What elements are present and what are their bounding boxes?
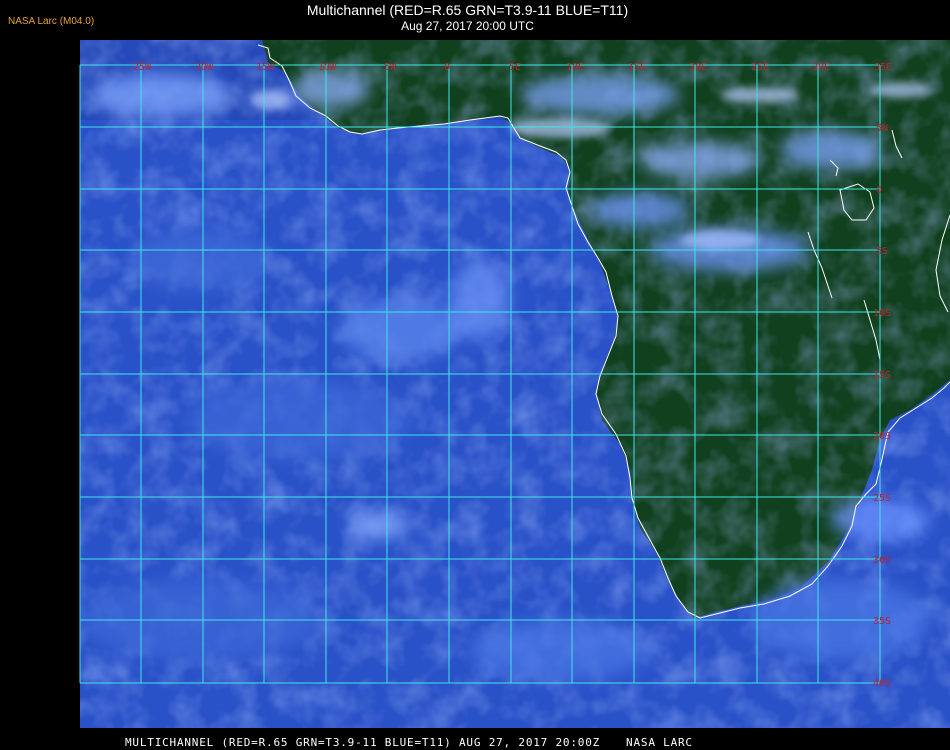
lon-label: 20E — [689, 62, 707, 73]
lat-label: 25S — [873, 493, 891, 504]
lon-label: 25W — [133, 62, 152, 73]
lon-label: 10E — [566, 62, 584, 73]
satellite-imagery — [80, 40, 950, 728]
lat-label: 20S — [873, 431, 891, 442]
lat-label: 35S — [873, 616, 891, 627]
lon-label: 5W — [384, 62, 397, 73]
lon-label: 0 — [444, 62, 450, 73]
lat-label: 10S — [873, 308, 891, 319]
lat-label: 30S — [873, 555, 891, 566]
lat-label: 0 — [876, 185, 882, 196]
lat-label: 5S — [876, 246, 888, 257]
lon-label: 30E — [812, 62, 830, 73]
lat-label: 40S — [873, 678, 891, 689]
lat-label: 15S — [873, 370, 891, 381]
lon-label: 20W — [195, 62, 214, 73]
lon-label: 35E — [874, 62, 892, 73]
footer-credit: NASA LARC — [626, 736, 693, 749]
lon-label: 5E — [509, 62, 521, 73]
lon-label: 10W — [318, 62, 337, 73]
footer-caption: MULTICHANNEL (RED=R.65 GRN=T3.9-11 BLUE=… — [125, 736, 693, 749]
satellite-map: 25W 20W 15W 10W 5W 0 5E 10E 15E 20E 25E … — [79, 40, 950, 728]
lon-label: 15W — [256, 62, 275, 73]
lon-label: 25E — [751, 62, 769, 73]
lon-label: 15E — [628, 62, 646, 73]
lat-label: 5N — [876, 123, 888, 134]
footer-text: MULTICHANNEL (RED=R.65 GRN=T3.9-11 BLUE=… — [125, 736, 601, 749]
